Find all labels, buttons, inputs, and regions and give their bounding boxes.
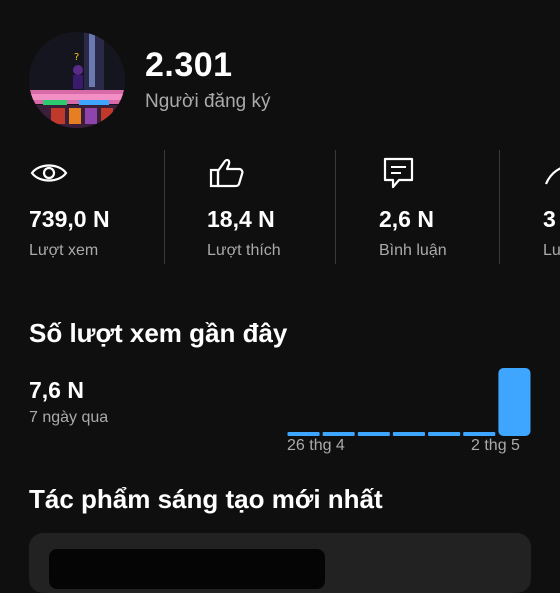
stat-shares-value: 3: [543, 206, 556, 232]
stat-divider: [335, 150, 336, 264]
chart-x-end-label: 2 thg 5: [471, 437, 520, 454]
chart-x-start-label: 26 thg 4: [287, 437, 345, 454]
chart-bar: [287, 432, 320, 436]
stat-comments-value: 2,6 N: [379, 206, 434, 232]
svg-text:?: ?: [74, 52, 79, 63]
stat-views-label: Lượt xem: [29, 242, 99, 259]
subscriber-count: 2.301: [145, 46, 233, 84]
chart-bar: [392, 432, 425, 436]
share-icon: [544, 167, 560, 185]
latest-content-title: Tác phẩm sáng tạo mới nhất: [29, 484, 383, 514]
recent-views-chart[interactable]: [286, 366, 532, 436]
stat-likes-value: 18,4 N: [207, 206, 275, 232]
recent-views-period: 7 ngày qua: [29, 409, 109, 426]
subscriber-label: Người đăng ký: [145, 91, 271, 112]
stats-row: 739,0 N Lượt xem 18,4 N Lượt thích 2,6 N…: [0, 150, 560, 264]
chart-bar: [357, 432, 390, 436]
stat-divider: [499, 150, 500, 264]
stat-views-value: 739,0 N: [29, 206, 110, 232]
channel-avatar[interactable]: ?: [29, 32, 125, 128]
chart-bar: [463, 432, 496, 436]
game-thumbnail-avatar: ?: [29, 32, 125, 128]
recent-views-title: Số lượt xem gần đây: [29, 318, 288, 348]
comment-icon: [383, 157, 414, 189]
stat-divider: [164, 150, 165, 264]
stat-shares-label: Lư: [543, 242, 560, 259]
chart-bar: [428, 432, 461, 436]
thumbs-up-icon: [209, 158, 244, 188]
eye-icon: [30, 164, 68, 182]
stat-comments-label: Bình luận: [379, 242, 447, 259]
recent-views-value: 7,6 N: [29, 377, 84, 403]
latest-content-card[interactable]: [29, 533, 531, 593]
chart-bar: [322, 432, 355, 436]
stat-likes-label: Lượt thích: [207, 242, 281, 259]
chart-bar: [498, 368, 531, 436]
latest-content-thumbnail: [49, 549, 325, 589]
